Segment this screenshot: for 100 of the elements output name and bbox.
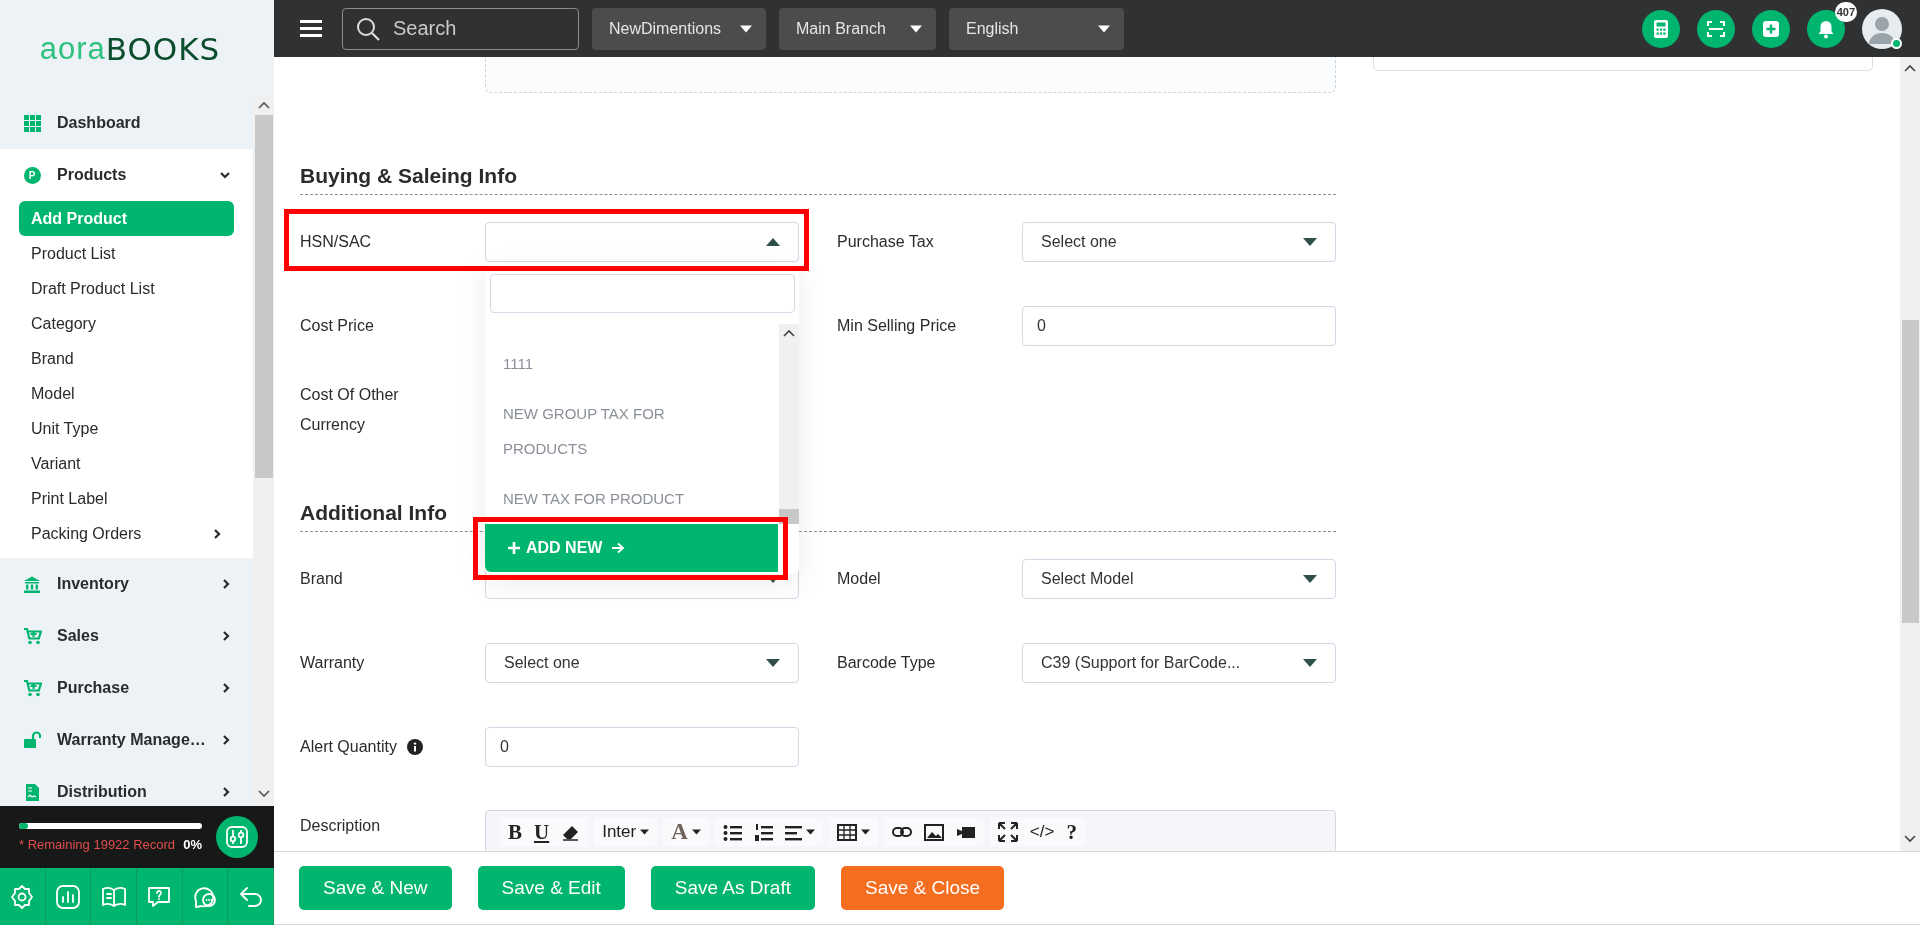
settings-icon[interactable] — [9, 883, 36, 910]
field-label: HSN/SAC — [300, 232, 372, 252]
avatar[interactable] — [1862, 8, 1902, 49]
document-icon — [23, 782, 41, 802]
select-field[interactable] — [485, 222, 799, 262]
bell-icon — [1816, 18, 1836, 39]
submenu-item[interactable]: Print Label — [19, 481, 234, 516]
logo: aoraBOOKS — [38, 29, 222, 69]
numbered-list-icon[interactable] — [753, 822, 773, 842]
caret-down-icon — [910, 24, 922, 33]
selector-dropdown[interactable]: NewDimentions — [592, 7, 766, 50]
cart-icon — [22, 627, 42, 645]
image-icon[interactable] — [923, 822, 944, 842]
fullscreen-icon[interactable] — [997, 822, 1018, 842]
code-view-button[interactable]: </> — [1029, 822, 1055, 842]
submenu-item[interactable]: Model — [19, 376, 234, 411]
field-label: Model — [837, 569, 881, 589]
table-dropdown[interactable] — [836, 822, 870, 842]
chevron-right-icon — [221, 786, 231, 798]
cart-icon — [22, 679, 42, 697]
section-heading: Buying & Saleing Info — [300, 163, 517, 189]
unlocked-padlock-icon — [23, 731, 41, 749]
field-label: Cost Price — [300, 316, 374, 336]
caret-down-icon — [1303, 575, 1317, 583]
bar-chart-icon[interactable] — [55, 883, 81, 910]
chevron-right-icon — [221, 578, 231, 590]
selector-dropdown[interactable]: Main Branch — [779, 7, 936, 50]
scan-icon — [1706, 18, 1726, 39]
plus-icon — [1761, 18, 1781, 39]
sidebar-item[interactable]: Purchase — [0, 662, 253, 714]
submenu-item[interactable]: Brand — [19, 341, 234, 376]
sliders-button[interactable] — [216, 816, 258, 858]
field-label: Barcode Type — [837, 653, 936, 673]
select-field[interactable]: Select Model — [1022, 559, 1336, 599]
sidebar-item[interactable]: Inventory — [0, 558, 253, 610]
caret-down-icon — [691, 828, 701, 836]
scrollbar-thumb[interactable] — [254, 115, 273, 478]
chevron-down-icon — [219, 170, 231, 180]
caret-down-icon — [766, 659, 780, 667]
caret-down-icon — [1303, 659, 1317, 667]
submenu-item[interactable]: Packing Orders — [19, 516, 234, 551]
field-label: Alert Quantity — [300, 737, 397, 757]
caret-up-icon — [766, 238, 780, 246]
product-badge-icon: P — [23, 166, 41, 184]
notification-count-badge: 407 — [1834, 1, 1857, 22]
menu-icon[interactable] — [300, 18, 322, 39]
arrow-right-icon — [611, 542, 626, 554]
add-button[interactable] — [1752, 9, 1790, 48]
bank-icon — [23, 575, 41, 593]
progress-percent: 0% — [183, 836, 202, 852]
calculator-icon — [1651, 18, 1671, 39]
sidebar-item[interactable]: Sales — [0, 610, 253, 662]
plus-icon — [507, 541, 521, 555]
bold-button[interactable]: B — [508, 819, 522, 845]
sidebar-item[interactable]: Dashboard — [0, 97, 253, 149]
search-icon — [356, 16, 380, 41]
text-field[interactable]: 0 — [485, 727, 799, 767]
sidebar-item[interactable]: Warranty Manage… — [0, 714, 253, 766]
caret-down-icon — [740, 24, 752, 33]
caret-down-icon — [860, 828, 870, 836]
dropdown-search-field[interactable] — [490, 274, 795, 313]
select-field[interactable]: C39 (Support for BarCode... — [1022, 643, 1336, 683]
caret-down-icon — [1303, 238, 1317, 246]
scrollbar-thumb[interactable] — [1901, 320, 1919, 623]
field-label: Warranty — [300, 653, 365, 673]
field-label: Purchase Tax — [837, 232, 934, 252]
submenu-item[interactable]: Draft Product List — [19, 271, 234, 306]
chevron-right-icon — [221, 630, 231, 642]
submenu-item[interactable]: Product List — [19, 236, 234, 271]
submenu-item[interactable]: Category — [19, 306, 234, 341]
select-field[interactable]: Select one — [485, 643, 799, 683]
underline-button[interactable]: U — [534, 819, 550, 845]
field-label: Brand — [300, 569, 343, 589]
field-label: Min Selling Price — [837, 316, 957, 336]
selector-dropdown[interactable]: English — [949, 7, 1124, 50]
calculator-button[interactable] — [1642, 9, 1680, 48]
grid-icon — [23, 114, 41, 132]
chevron-right-icon — [221, 682, 231, 694]
sidebar-item[interactable]: Distribution — [0, 766, 253, 806]
caret-down-icon — [805, 828, 815, 836]
search-field[interactable]: Search — [342, 7, 579, 50]
scan-button[interactable] — [1697, 9, 1735, 48]
sliders-icon — [225, 825, 249, 849]
field-label: Cost Of Other Currency — [300, 385, 400, 435]
eraser-icon[interactable] — [561, 823, 581, 841]
table-icon[interactable] — [836, 822, 857, 842]
text-field[interactable]: 0 — [1022, 306, 1336, 346]
help-button[interactable]: ? — [1066, 819, 1077, 845]
bullet-list-icon[interactable] — [722, 822, 742, 842]
remaining-records-text: * Remaining 19922 Record — [19, 836, 176, 852]
chevron-right-icon — [212, 527, 222, 540]
caret-down-icon — [640, 828, 650, 836]
sidebar-item[interactable]: P Products — [0, 149, 253, 201]
submenu-item[interactable]: Unit Type — [19, 411, 234, 446]
select-field[interactable]: Select one — [1022, 222, 1336, 262]
field-label: Description — [300, 816, 381, 836]
submenu-item[interactable]: Variant — [19, 446, 234, 481]
section-heading: Additional Info — [300, 500, 447, 526]
chevron-right-icon — [221, 734, 231, 746]
caret-down-icon — [1098, 24, 1110, 33]
